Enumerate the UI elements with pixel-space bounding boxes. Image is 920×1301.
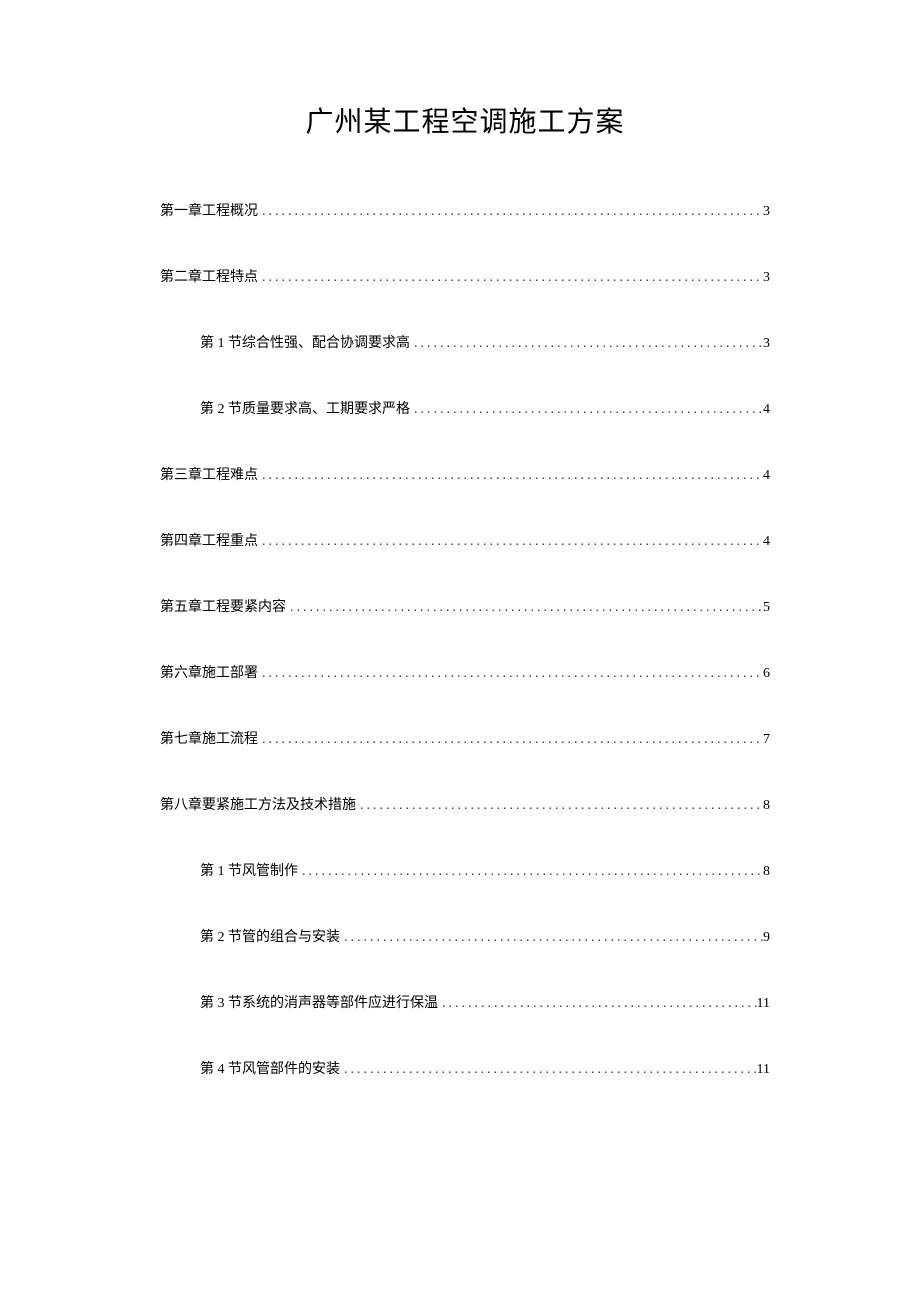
toc-entry: 第五章工程要紧内容 5 — [160, 596, 770, 616]
toc-label: 第 4 节风管部件的安装 — [200, 1058, 340, 1078]
toc-entry: 第 3 节系统的消声器等部件应进行保温 11 — [160, 992, 770, 1012]
toc-page: 4 — [763, 468, 770, 484]
toc-dots — [258, 204, 763, 220]
toc-dots — [258, 468, 763, 484]
toc-page: 5 — [763, 600, 770, 616]
toc-page: 3 — [763, 204, 770, 220]
toc-label: 第四章工程重点 — [160, 530, 258, 550]
toc-dots — [258, 666, 763, 682]
toc-entry: 第二章工程特点 3 — [160, 266, 770, 286]
toc-dots — [410, 336, 763, 352]
toc-label: 第 1 节综合性强、配合协调要求高 — [200, 332, 410, 352]
toc-entry: 第七章施工流程 7 — [160, 728, 770, 748]
toc-label: 第七章施工流程 — [160, 728, 258, 748]
toc-dots — [298, 864, 763, 880]
toc-dots — [340, 930, 763, 946]
toc-page: 3 — [763, 270, 770, 286]
toc-entry: 第一章工程概况 3 — [160, 200, 770, 220]
toc-page: 11 — [757, 996, 770, 1012]
toc-entry: 第 2 节管的组合与安装 9 — [160, 926, 770, 946]
toc-label: 第 2 节质量要求高、工期要求严格 — [200, 398, 410, 418]
toc-dots — [258, 270, 763, 286]
toc-page: 8 — [763, 798, 770, 814]
toc-entry: 第 1 节风管制作 8 — [160, 860, 770, 880]
toc-entry: 第六章施工部署 6 — [160, 662, 770, 682]
toc-page: 8 — [763, 864, 770, 880]
toc-dots — [356, 798, 763, 814]
toc-entry: 第八章要紧施工方法及技术措施 8 — [160, 794, 770, 814]
toc-label: 第 1 节风管制作 — [200, 860, 298, 880]
table-of-contents: 第一章工程概况 3 第二章工程特点 3 第 1 节综合性强、配合协调要求高 3 … — [160, 200, 770, 1078]
toc-label: 第 3 节系统的消声器等部件应进行保温 — [200, 992, 438, 1012]
toc-page: 11 — [757, 1062, 770, 1078]
toc-page: 4 — [763, 402, 770, 418]
toc-dots — [340, 1062, 757, 1078]
toc-dots — [286, 600, 763, 616]
toc-dots — [410, 402, 763, 418]
toc-dots — [258, 534, 763, 550]
toc-label: 第二章工程特点 — [160, 266, 258, 286]
toc-entry: 第 4 节风管部件的安装 11 — [160, 1058, 770, 1078]
toc-label: 第五章工程要紧内容 — [160, 596, 286, 616]
toc-entry: 第四章工程重点 4 — [160, 530, 770, 550]
toc-page: 9 — [763, 930, 770, 946]
toc-page: 7 — [763, 732, 770, 748]
document-title: 广州某工程空调施工方案 — [160, 100, 770, 140]
toc-label: 第 2 节管的组合与安装 — [200, 926, 340, 946]
toc-page: 6 — [763, 666, 770, 682]
toc-entry: 第 1 节综合性强、配合协调要求高 3 — [160, 332, 770, 352]
toc-label: 第三章工程难点 — [160, 464, 258, 484]
toc-page: 3 — [763, 336, 770, 352]
toc-entry: 第三章工程难点 4 — [160, 464, 770, 484]
toc-label: 第六章施工部署 — [160, 662, 258, 682]
toc-dots — [438, 996, 757, 1012]
toc-label: 第八章要紧施工方法及技术措施 — [160, 794, 356, 814]
toc-label: 第一章工程概况 — [160, 200, 258, 220]
toc-page: 4 — [763, 534, 770, 550]
toc-entry: 第 2 节质量要求高、工期要求严格 4 — [160, 398, 770, 418]
toc-dots — [258, 732, 763, 748]
